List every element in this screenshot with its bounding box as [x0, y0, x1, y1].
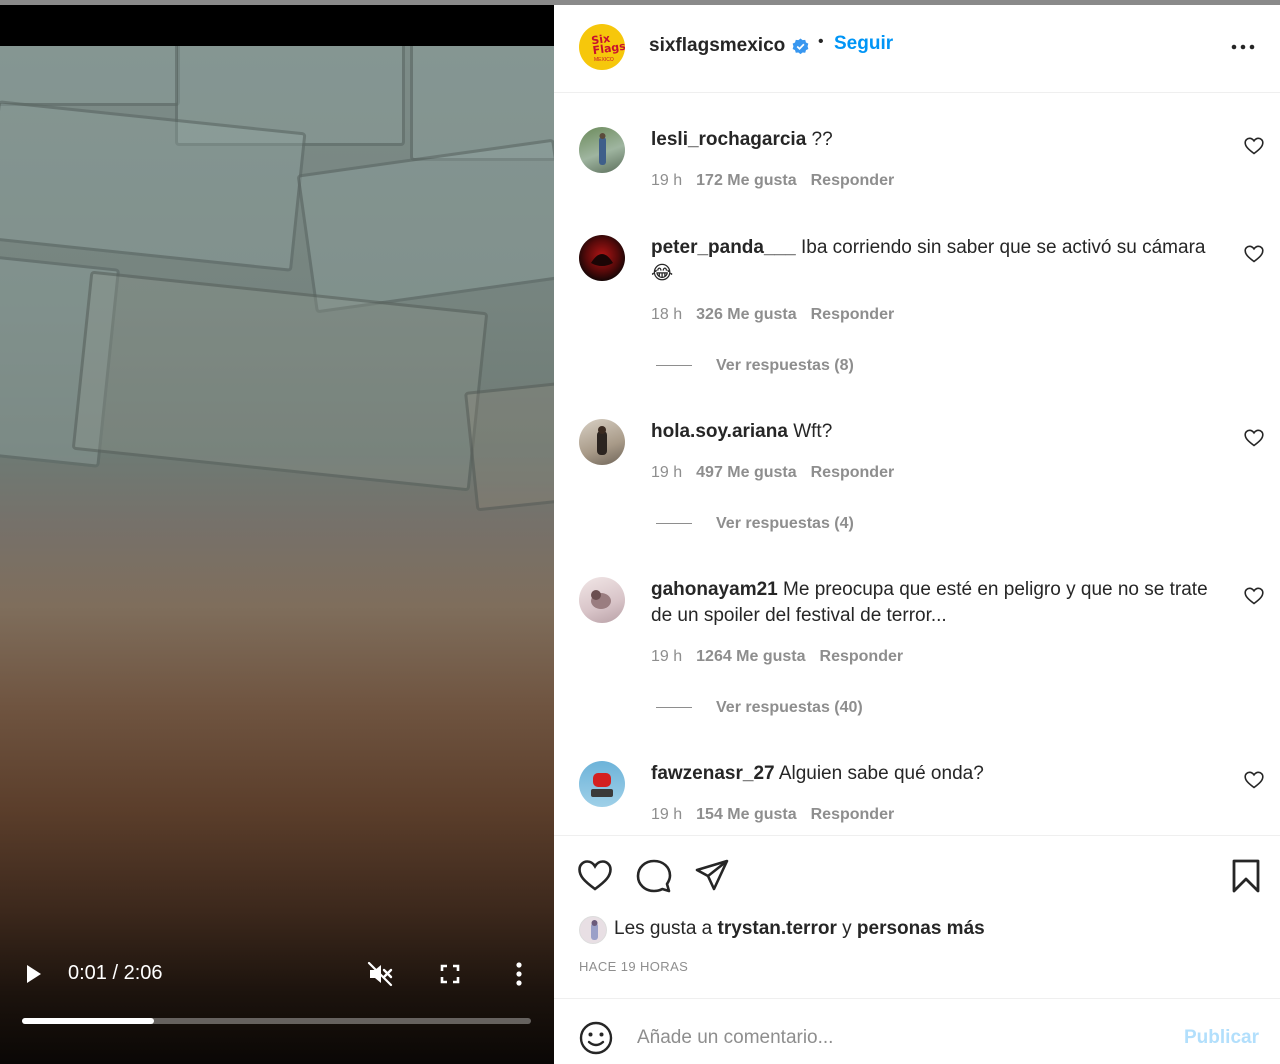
video-progress-fill — [22, 1018, 155, 1024]
view-replies-button[interactable]: Ver respuestas (40) — [656, 699, 863, 717]
comment-avatar[interactable] — [579, 577, 625, 623]
comment-text: gahonayam21 Me preocupa que esté en peli… — [651, 577, 1211, 629]
post-header: Six Flags MEXICO sixflagsmexico • Seguir — [554, 5, 1280, 93]
video-brick — [464, 380, 554, 512]
comment-body: Wft? — [793, 421, 833, 442]
post-actions: Les gusta a trystan.terror y personas má… — [554, 835, 1280, 998]
comment-body: Alguien sabe qué onda? — [778, 763, 984, 784]
view-replies-button[interactable]: Ver respuestas (8) — [656, 357, 854, 375]
reply-button[interactable]: Responder — [811, 306, 895, 323]
verified-badge-icon — [792, 38, 809, 55]
comment-time: 19 h — [651, 648, 683, 665]
liker-username[interactable]: trystan.terror — [718, 918, 837, 939]
liker-avatar[interactable] — [579, 916, 607, 944]
bookmark-icon[interactable] — [1228, 858, 1264, 894]
publish-button[interactable]: Publicar — [1184, 1027, 1259, 1049]
view-replies-button[interactable]: Ver respuestas (4) — [656, 515, 854, 533]
author-avatar[interactable]: Six Flags MEXICO — [579, 24, 625, 70]
emoji-icon[interactable] — [579, 1021, 613, 1055]
follow-button[interactable]: Seguir — [834, 33, 893, 55]
reply-button[interactable]: Responder — [820, 648, 904, 665]
more-options-icon[interactable] — [1230, 37, 1256, 57]
comment-username[interactable]: gahonayam21 — [651, 579, 778, 600]
comment-text: peter_panda___ Iba corriendo sin saber q… — [651, 235, 1211, 287]
likes-prefix: Les gusta a — [614, 918, 713, 939]
comment-username[interactable]: fawzenasr_27 — [651, 763, 775, 784]
comment-meta: 19 h 172 Me gusta Responder — [651, 172, 908, 190]
header-separator: • — [818, 33, 824, 50]
likes-others-link[interactable]: personas más — [857, 918, 985, 939]
comment-body: ?? — [811, 129, 833, 150]
avatar-logo-text: Six Flags — [590, 31, 625, 58]
volume-muted-icon[interactable] — [366, 960, 394, 988]
likes-joiner: y — [842, 918, 852, 939]
replies-line — [656, 707, 692, 709]
comment-likes[interactable]: 326 Me gusta — [696, 306, 796, 323]
comment-meta: 19 h 497 Me gusta Responder — [651, 464, 908, 482]
comment-text: lesli_rochagarcia ?? — [651, 127, 1211, 153]
comment-avatar[interactable] — [579, 127, 625, 173]
comment-avatar[interactable] — [579, 235, 625, 281]
video-frame[interactable] — [0, 46, 554, 1064]
comment-username[interactable]: lesli_rochagarcia — [651, 129, 806, 150]
reply-button[interactable]: Responder — [811, 172, 895, 189]
comment-meta: 19 h 1264 Me gusta Responder — [651, 648, 917, 666]
video-progress-bar[interactable] — [22, 1018, 531, 1024]
video-brick — [71, 270, 489, 492]
video-brick — [296, 138, 554, 314]
comment-meta: 18 h 326 Me gusta Responder — [651, 306, 908, 324]
author-username[interactable]: sixflagsmexico — [649, 35, 785, 57]
replies-line — [656, 365, 692, 367]
heart-icon[interactable] — [1244, 587, 1264, 605]
comment-time: 19 h — [651, 172, 683, 189]
comment-username[interactable]: hola.soy.ariana — [651, 421, 788, 442]
view-replies-label: Ver respuestas (4) — [716, 515, 854, 532]
video-player[interactable]: 0:01 / 2:06 — [0, 5, 554, 1064]
comments-list[interactable]: lesli_rochagarcia ?? 19 h 172 Me gusta Res… — [554, 94, 1280, 835]
comment-likes[interactable]: 172 Me gusta — [696, 172, 796, 189]
comment-input[interactable] — [637, 1021, 1157, 1055]
comment-likes[interactable]: 1264 Me gusta — [696, 648, 805, 665]
heart-icon[interactable] — [1244, 137, 1264, 155]
heart-icon[interactable] — [1244, 245, 1264, 263]
reply-button[interactable]: Responder — [811, 464, 895, 481]
avatar-photo-icon — [591, 254, 613, 266]
comment-meta: 19 h 154 Me gusta Responder — [651, 806, 908, 824]
avatar-photo-icon — [591, 920, 598, 940]
comment-avatar[interactable] — [579, 761, 625, 807]
likes-summary: Les gusta a trystan.terror y personas má… — [614, 918, 985, 940]
reply-button[interactable]: Responder — [811, 806, 895, 823]
comment-time: 19 h — [651, 806, 683, 823]
comment-composer: Publicar — [554, 998, 1280, 1064]
view-replies-label: Ver respuestas (40) — [716, 699, 863, 716]
view-replies-label: Ver respuestas (8) — [716, 357, 854, 374]
avatar-photo-icon — [591, 590, 611, 609]
like-heart-icon[interactable] — [577, 858, 613, 894]
video-time: 0:01 / 2:06 — [68, 962, 163, 984]
comment-bubble-icon[interactable] — [636, 858, 672, 894]
share-send-icon[interactable] — [694, 858, 730, 894]
video-controls: 0:01 / 2:06 — [0, 924, 554, 1064]
comment-likes[interactable]: 154 Me gusta — [696, 806, 796, 823]
heart-icon[interactable] — [1244, 771, 1264, 789]
heart-icon[interactable] — [1244, 429, 1264, 447]
comment-text: hola.soy.ariana Wft? — [651, 419, 1211, 445]
avatar-photo-icon — [591, 773, 613, 797]
comment-avatar[interactable] — [579, 419, 625, 465]
post-timestamp[interactable]: HACE 19 HORAS — [579, 959, 688, 974]
play-icon[interactable] — [22, 962, 44, 986]
more-vertical-icon[interactable] — [509, 960, 529, 988]
fullscreen-icon[interactable] — [438, 962, 462, 986]
comment-text: fawzenasr_27 Alguien sabe qué onda? — [651, 761, 1211, 787]
comment-time: 19 h — [651, 464, 683, 481]
comment-likes[interactable]: 497 Me gusta — [696, 464, 796, 481]
post-panel: Six Flags MEXICO sixflagsmexico • Seguir… — [554, 5, 1280, 1064]
avatar-photo-icon — [599, 133, 606, 165]
avatar-photo-icon — [597, 426, 607, 455]
comment-time: 18 h — [651, 306, 683, 323]
comment-username[interactable]: peter_panda___ — [651, 237, 796, 258]
replies-line — [656, 523, 692, 525]
avatar-logo-subtext: MEXICO — [594, 57, 614, 63]
video-brick — [0, 46, 180, 106]
